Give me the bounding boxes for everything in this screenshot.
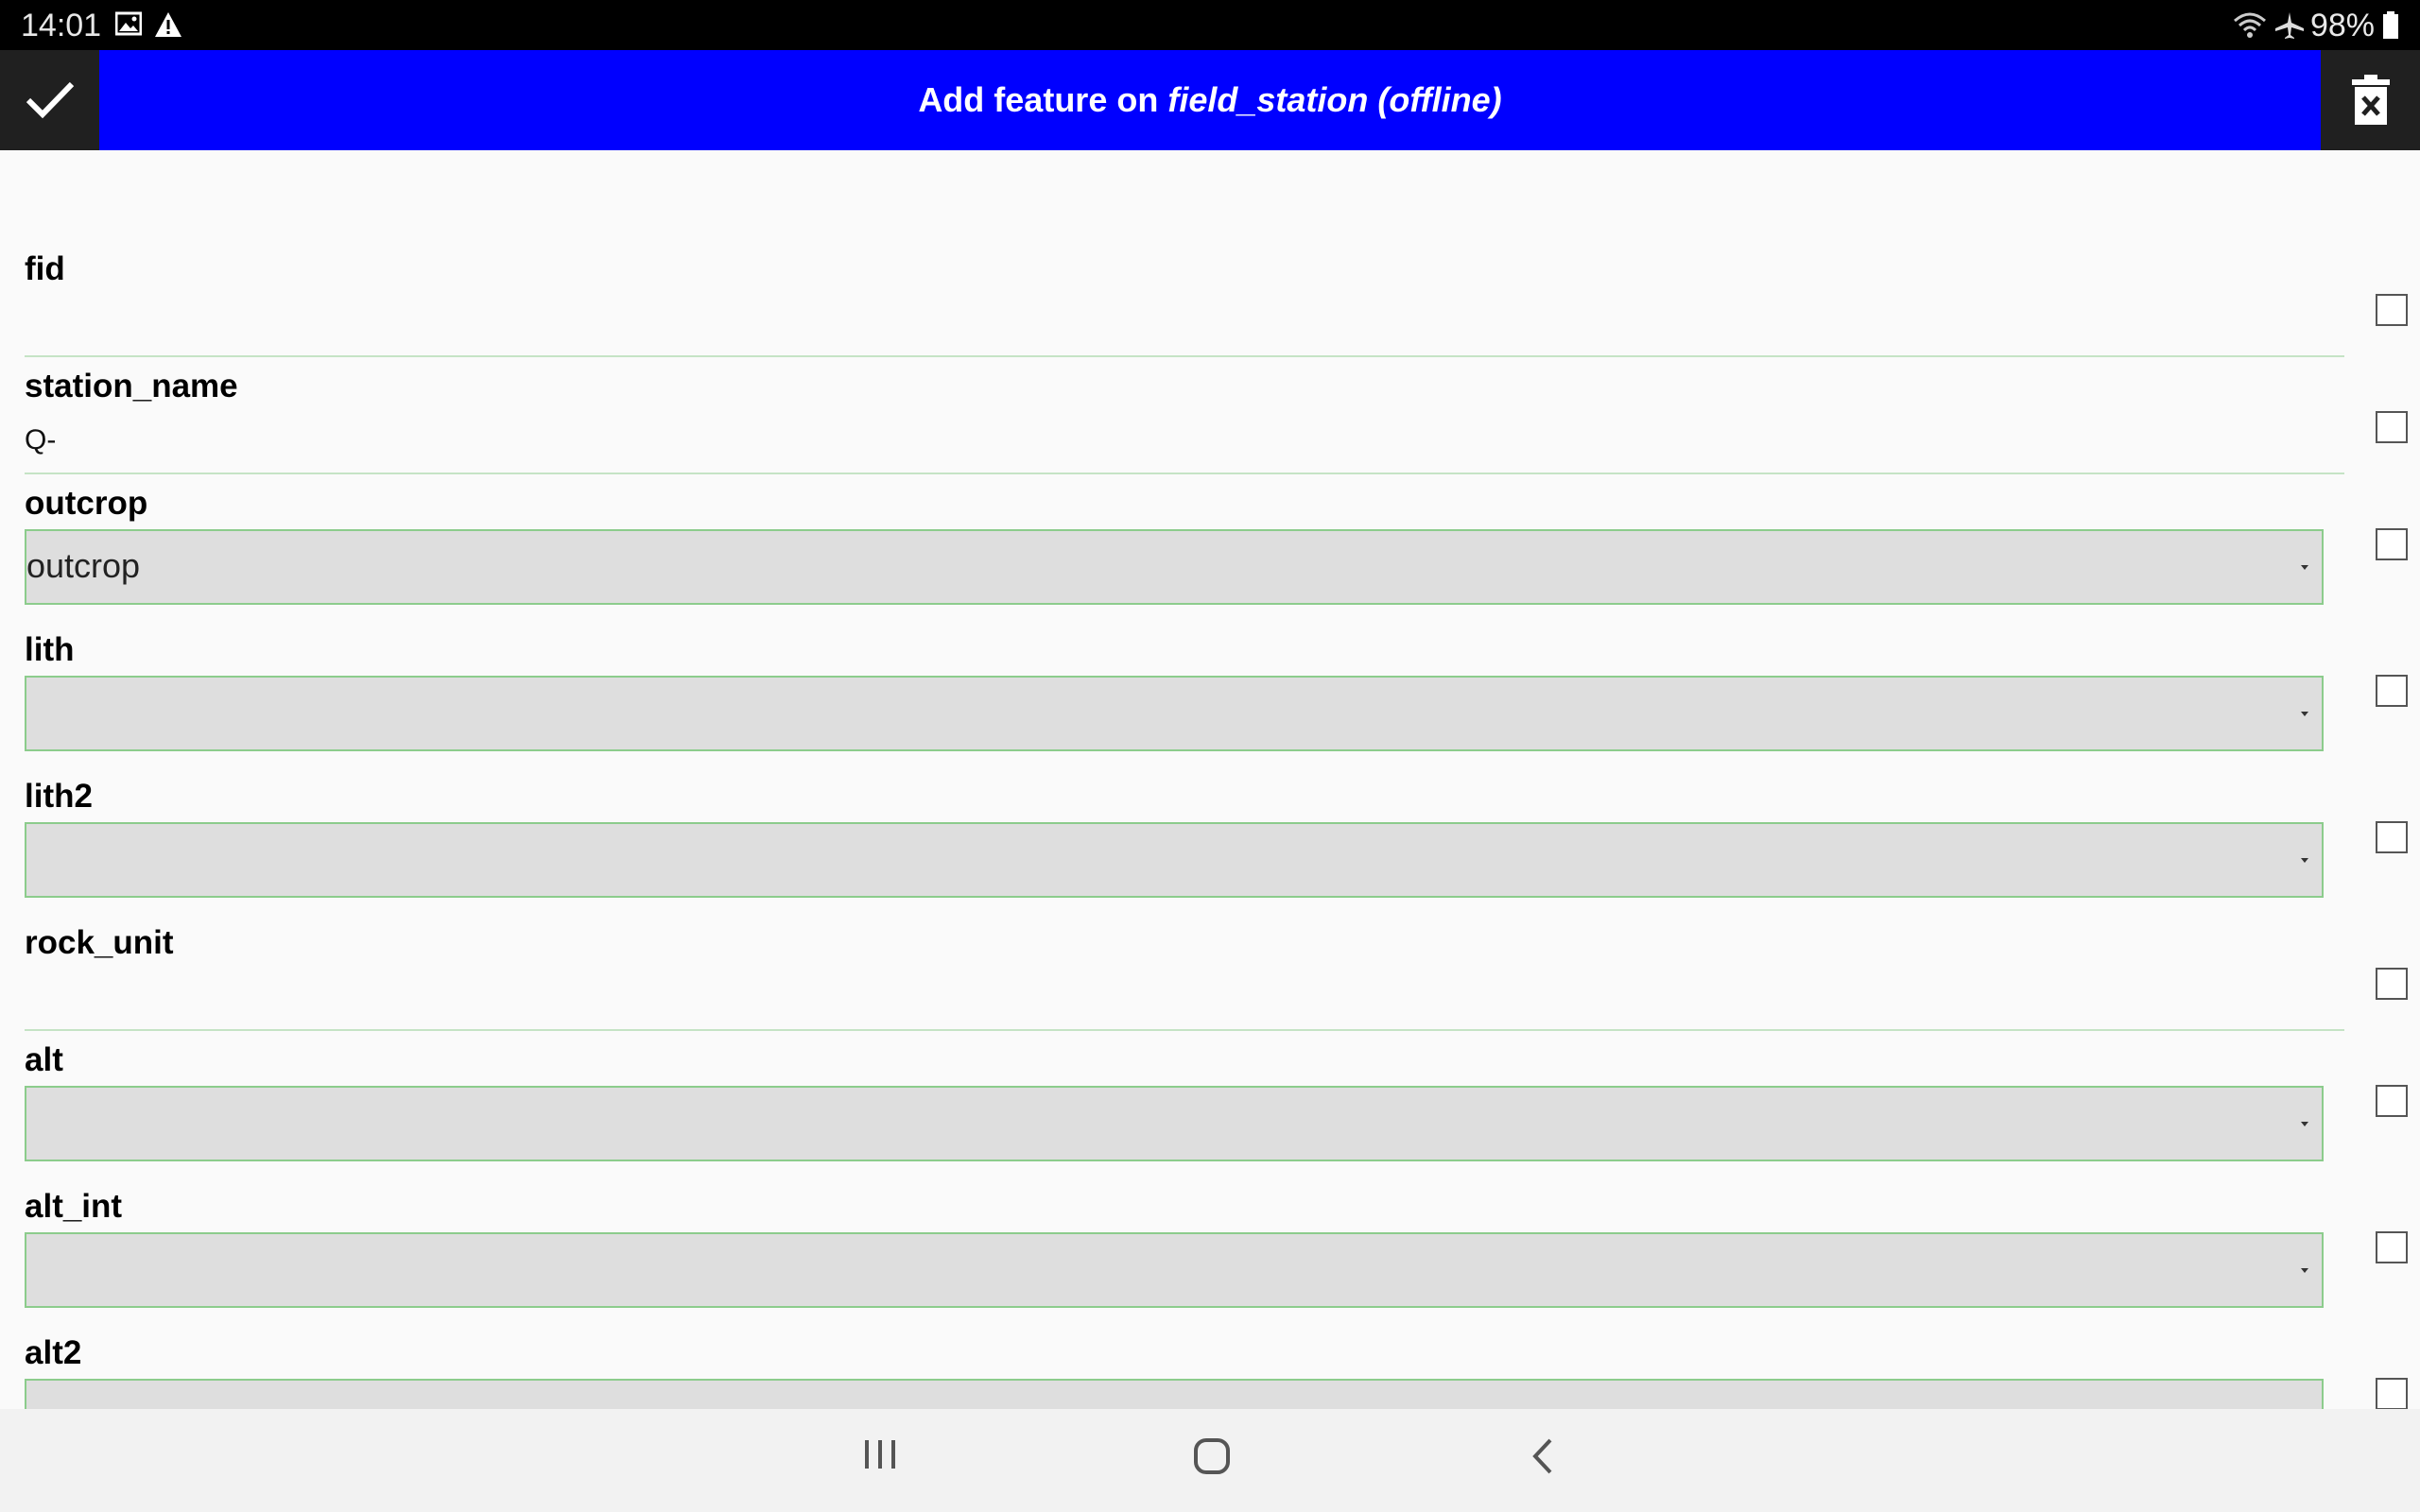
battery-level: 98% xyxy=(2309,8,2375,43)
remember-checkbox[interactable] xyxy=(2376,821,2408,853)
feature-form: fid station_name Q- outcrop outcrop lith… xyxy=(0,150,2420,1409)
title-bar: Add feature on field_station (offline) xyxy=(0,50,2420,150)
input-underline xyxy=(25,355,2344,357)
wifi-icon xyxy=(2233,11,2267,44)
dropdown-arrow-icon xyxy=(2301,712,2308,716)
combo-value: outcrop xyxy=(26,546,141,585)
alt2-select[interactable] xyxy=(25,1379,2324,1409)
remember-checkbox[interactable] xyxy=(2376,1231,2408,1263)
battery-icon xyxy=(2382,11,2399,44)
warning-icon xyxy=(154,11,182,43)
delete-button[interactable] xyxy=(2321,50,2420,150)
gallery-icon xyxy=(114,11,143,41)
dropdown-arrow-icon xyxy=(2301,565,2308,570)
recent-apps-button[interactable] xyxy=(862,1437,898,1476)
remember-checkbox[interactable] xyxy=(2376,411,2408,443)
station-name-input[interactable]: Q- xyxy=(25,424,56,456)
remember-checkbox[interactable] xyxy=(2376,528,2408,560)
navigation-bar xyxy=(0,1409,2420,1512)
home-icon xyxy=(1194,1438,1230,1474)
input-underline xyxy=(25,1029,2344,1031)
home-button[interactable] xyxy=(1193,1437,1231,1480)
remember-checkbox[interactable] xyxy=(2376,1378,2408,1409)
outcrop-select[interactable]: outcrop xyxy=(25,529,2324,605)
trash-icon xyxy=(2351,75,2390,125)
save-button[interactable] xyxy=(0,50,99,150)
field-label: alt xyxy=(25,1041,63,1078)
field-label: lith2 xyxy=(25,778,93,815)
lith2-select[interactable] xyxy=(25,822,2324,898)
alt-select[interactable] xyxy=(25,1086,2324,1161)
field-label: outcrop xyxy=(25,485,148,522)
field-label: alt2 xyxy=(25,1334,82,1371)
remember-checkbox[interactable] xyxy=(2376,968,2408,1000)
back-button[interactable] xyxy=(1530,1437,1556,1480)
checkmark-icon xyxy=(26,81,74,119)
dropdown-arrow-icon xyxy=(2301,858,2308,863)
airplane-icon xyxy=(2273,11,2306,44)
page-title: Add feature on field_station (offline) xyxy=(99,50,2321,150)
alt-int-select[interactable] xyxy=(25,1232,2324,1308)
input-underline xyxy=(25,472,2344,474)
dropdown-arrow-icon xyxy=(2301,1268,2308,1273)
field-label: fid xyxy=(25,250,65,287)
remember-checkbox[interactable] xyxy=(2376,1085,2408,1117)
dropdown-arrow-icon xyxy=(2301,1122,2308,1126)
remember-checkbox[interactable] xyxy=(2376,675,2408,707)
field-label: station_name xyxy=(25,368,238,404)
remember-checkbox[interactable] xyxy=(2376,294,2408,326)
recent-apps-icon xyxy=(865,1440,895,1469)
field-label: alt_int xyxy=(25,1188,123,1225)
lith-select[interactable] xyxy=(25,676,2324,751)
back-icon xyxy=(1532,1438,1552,1474)
title-prefix: Add feature on xyxy=(918,80,1159,119)
field-label: lith xyxy=(25,631,75,668)
status-bar: 14:01 98% xyxy=(0,0,2420,50)
field-label: rock_unit xyxy=(25,924,174,961)
clock: 14:01 xyxy=(21,8,102,43)
layer-name: field_station (offline) xyxy=(1167,80,1502,119)
